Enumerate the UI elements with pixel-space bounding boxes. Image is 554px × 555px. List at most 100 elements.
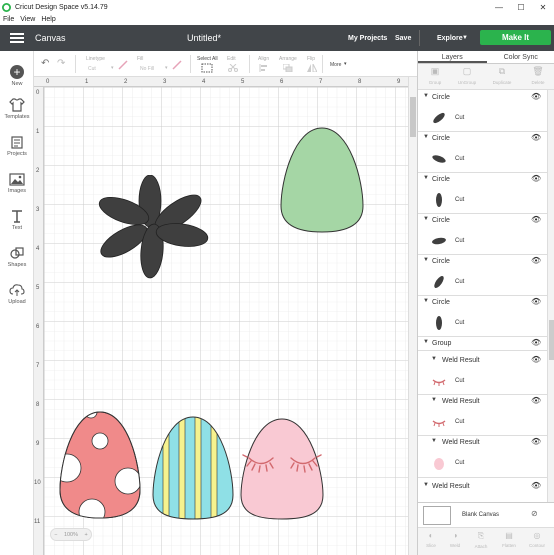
spotted-egg-shape[interactable]	[58, 410, 158, 522]
striped-egg-shape[interactable]	[151, 415, 237, 523]
eye-icon[interactable]: 👁	[531, 133, 541, 142]
group-button[interactable]: ▣ Group	[421, 66, 449, 85]
nav-new[interactable]: + New	[0, 65, 34, 87]
nav-images[interactable]: Images	[0, 172, 34, 194]
document-title[interactable]: Untitled*	[187, 33, 221, 43]
nav-projects[interactable]: Projects	[0, 135, 34, 157]
delete-button[interactable]: 🗑 Delete	[524, 66, 552, 85]
duplicate-button[interactable]: ⧉ Duplicate	[488, 66, 516, 85]
weld-result-layer[interactable]: ▼ Weld Result 👁 Cut	[418, 354, 547, 395]
eye-icon[interactable]: 👁	[531, 396, 541, 405]
attach-button[interactable]: ⎘ Attach	[468, 531, 494, 549]
save-button[interactable]: Save	[395, 35, 411, 42]
arrange-button[interactable]: Arrange	[279, 56, 297, 62]
weld-result-layer[interactable]: ▼ Weld Result 👁 Cut	[418, 436, 547, 478]
weld-result-layer[interactable]: ▼ Weld Result 👁	[418, 480, 547, 500]
scissors-icon[interactable]	[228, 64, 238, 72]
design-canvas[interactable]	[34, 77, 408, 555]
chevron-down-icon[interactable]: ▼	[423, 257, 429, 263]
weld-result-layer[interactable]: ▼ Weld Result 👁 Cut	[418, 395, 547, 436]
contour-button[interactable]: ◎ Contour	[524, 531, 550, 548]
select-all-button[interactable]: Select All	[197, 56, 218, 62]
menu-help[interactable]: Help	[41, 16, 55, 23]
group-layer[interactable]: ▼ Group 👁	[418, 337, 547, 351]
chevron-down-icon[interactable]: ▼	[423, 134, 429, 140]
pen-color-icon[interactable]	[118, 60, 128, 70]
menu-file[interactable]: File	[3, 16, 14, 23]
chevron-down-icon[interactable]: ▼	[423, 216, 429, 222]
layer-item[interactable]: ▼ Circle 👁 Cut	[418, 132, 547, 173]
nav-templates[interactable]: Templates	[0, 98, 34, 120]
layer-item[interactable]: ▼ Circle 👁 Cut	[418, 91, 547, 132]
nav-shapes[interactable]: Shapes	[0, 246, 34, 268]
undo-icon[interactable]: ↶	[41, 58, 49, 69]
menu-view[interactable]: View	[20, 16, 35, 23]
layer-item[interactable]: ▼ Circle 👁 Cut	[418, 255, 547, 296]
hamburger-menu-icon[interactable]	[10, 33, 24, 43]
chevron-down-icon[interactable]: ▼	[431, 397, 437, 403]
chevron-down-icon[interactable]: ▼	[423, 298, 429, 304]
action-label: Delete	[531, 80, 545, 85]
chevron-down-icon[interactable]: ▾	[344, 61, 347, 67]
eye-icon[interactable]: 👁	[531, 338, 541, 347]
eye-icon[interactable]: 👁	[531, 92, 541, 101]
nav-upload[interactable]: Upload	[0, 283, 34, 305]
layer-item[interactable]: ▼ Circle 👁 Cut	[418, 173, 547, 214]
select-all-icon[interactable]	[201, 63, 213, 73]
slice-button[interactable]: ◐ Slice	[418, 531, 444, 548]
flower-shape[interactable]	[98, 175, 210, 279]
my-projects-button[interactable]: My Projects	[348, 35, 387, 42]
align-button[interactable]: Align	[258, 56, 269, 62]
canvas-vertical-scrollbar[interactable]	[408, 77, 417, 555]
minimize-button[interactable]: —	[488, 0, 510, 14]
eye-icon[interactable]: 👁	[531, 174, 541, 183]
flatten-button[interactable]: ▤ Flatten	[496, 531, 522, 548]
ungroup-button[interactable]: ▢ UnGroup	[453, 66, 481, 85]
weld-button[interactable]: ◑ Weld	[442, 531, 468, 548]
canvas-swatch[interactable]	[423, 506, 451, 525]
nav-text[interactable]: Text	[0, 209, 34, 231]
eye-icon[interactable]: 👁	[531, 215, 541, 224]
blank-canvas-layer[interactable]: Blank Canvas ⊘	[418, 502, 554, 527]
chevron-down-icon[interactable]: ▼	[462, 35, 468, 41]
eye-icon[interactable]: 👁	[531, 437, 541, 446]
redo-icon[interactable]: ↷	[57, 58, 65, 69]
layer-item[interactable]: ▼ Circle 👁 Cut	[418, 296, 547, 337]
pink-egg-shape[interactable]	[239, 417, 325, 523]
eye-hidden-icon[interactable]: ⊘	[531, 509, 538, 518]
eye-icon[interactable]: 👁	[531, 297, 541, 306]
chevron-down-icon[interactable]: ▼	[423, 482, 429, 488]
eye-icon[interactable]: 👁	[531, 355, 541, 364]
tab-layers[interactable]: Layers	[418, 51, 487, 63]
fill-color-icon[interactable]	[172, 60, 182, 70]
eye-icon[interactable]: 👁	[531, 256, 541, 265]
layer-item[interactable]: ▼ Circle 👁 Cut	[418, 214, 547, 255]
more-button[interactable]: More	[330, 62, 341, 68]
chevron-down-icon[interactable]: ▼	[423, 175, 429, 181]
fill-select[interactable]: No Fill	[140, 66, 154, 72]
linetype-select[interactable]: Cut	[88, 66, 96, 72]
zoom-out-button[interactable]: −	[54, 532, 57, 538]
chevron-down-icon[interactable]: ▼	[431, 438, 437, 444]
align-icon[interactable]	[259, 64, 269, 72]
scrollbar-thumb[interactable]	[549, 320, 554, 360]
layers-scrollbar[interactable]	[547, 90, 554, 548]
flip-button[interactable]: Flip	[307, 56, 315, 62]
chevron-down-icon[interactable]: ▾	[165, 65, 168, 71]
edit-button[interactable]: Edit	[227, 56, 236, 62]
zoom-in-button[interactable]: +	[85, 532, 88, 538]
chevron-down-icon[interactable]: ▼	[423, 339, 429, 345]
chevron-down-icon[interactable]: ▼	[423, 93, 429, 99]
explore-button[interactable]: Explore	[437, 35, 463, 42]
green-egg-shape[interactable]	[279, 126, 365, 236]
tab-color-sync[interactable]: Color Sync	[487, 51, 554, 63]
eye-icon[interactable]: 👁	[531, 481, 541, 490]
scrollbar-thumb[interactable]	[410, 97, 416, 137]
maximize-button[interactable]: ☐	[510, 0, 532, 14]
chevron-down-icon[interactable]: ▾	[111, 65, 114, 71]
arrange-icon[interactable]	[283, 64, 293, 72]
chevron-down-icon[interactable]: ▼	[431, 356, 437, 362]
make-it-button[interactable]: Make It	[480, 30, 551, 45]
flip-icon[interactable]	[307, 64, 317, 72]
close-button[interactable]: ✕	[532, 0, 554, 14]
